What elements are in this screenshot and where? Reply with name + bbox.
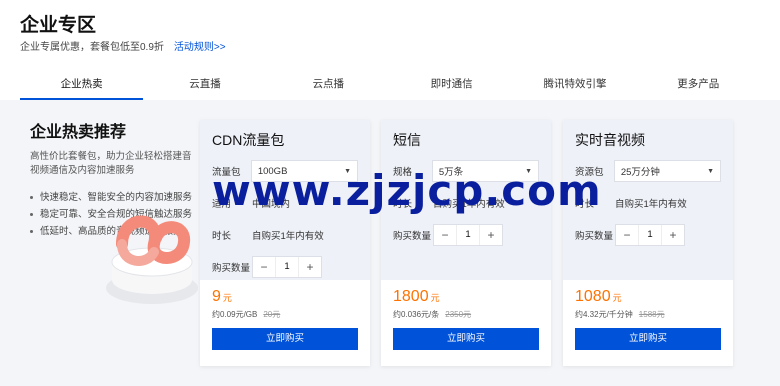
buy-now-button[interactable]: 立即购买 bbox=[393, 328, 539, 350]
product-tabs: 企业热卖 云直播 云点播 即时通信 腾讯特效引擎 更多产品 bbox=[20, 72, 760, 100]
plus-button[interactable]: + bbox=[662, 228, 684, 242]
card-body: 实时音视频 资源包 25万分钟 ▼ 时长 自购买1年内有效 购买数量 − 1 + bbox=[563, 120, 733, 280]
card-title: 短信 bbox=[393, 132, 421, 148]
product-card-sms: 短信 规格 5万条 ▼ 时长 自购买1年内有效 购买数量 − 1 + 1800 … bbox=[381, 120, 551, 366]
duration-row: 时长 自购买1年内有效 bbox=[212, 224, 358, 246]
price: 9元 bbox=[212, 288, 358, 306]
buy-now-button[interactable]: 立即购买 bbox=[575, 328, 721, 350]
quantity-row: 购买数量 − 1 + bbox=[575, 224, 721, 246]
spec-row: 规格 5万条 ▼ bbox=[393, 160, 539, 182]
quantity-row: 购买数量 − 1 + bbox=[393, 224, 539, 246]
tab-more[interactable]: 更多产品 bbox=[637, 72, 760, 100]
duration-label: 时长 bbox=[212, 231, 232, 242]
duration-value: 自购买1年内有效 bbox=[433, 199, 505, 210]
quantity-stepper: − 1 + bbox=[615, 224, 685, 246]
unit-price: 约0.09元/GB bbox=[212, 310, 258, 319]
quantity-label: 购买数量 bbox=[575, 231, 614, 242]
spec-value: 5万条 bbox=[438, 167, 464, 178]
minus-button[interactable]: − bbox=[616, 228, 638, 242]
price-unit: 元 bbox=[222, 293, 232, 303]
unit-price: 约4.32元/千分钟 bbox=[575, 310, 633, 319]
spec-label: 规格 bbox=[393, 167, 413, 178]
spec-select[interactable]: 5万条 ▼ bbox=[431, 160, 539, 182]
quantity-row: 购买数量 − 1 + bbox=[212, 256, 358, 278]
quantity-label: 购买数量 bbox=[212, 263, 251, 274]
chevron-down-icon: ▼ bbox=[344, 167, 351, 175]
spec-row: 资源包 25万分钟 ▼ bbox=[575, 160, 721, 182]
decoration-illustration bbox=[106, 215, 198, 304]
activity-rules-link[interactable]: 活动规则>> bbox=[174, 42, 226, 53]
price-unit: 元 bbox=[612, 293, 622, 303]
price-value: 1080 bbox=[575, 288, 611, 305]
tab-vod[interactable]: 云点播 bbox=[267, 72, 390, 100]
page-title: 企业专区 bbox=[20, 15, 97, 36]
promo-desc: 高性价比套餐包，助力企业轻松搭建音视频通信及内容加速服务 bbox=[30, 151, 192, 176]
quantity-label: 购买数量 bbox=[393, 231, 432, 242]
scope-row: 适用 中国境内 bbox=[212, 192, 358, 214]
scope-value: 中国境内 bbox=[252, 199, 291, 210]
duration-row: 时长 自购买1年内有效 bbox=[393, 192, 539, 214]
plus-button[interactable]: + bbox=[480, 228, 502, 242]
chevron-down-icon: ▼ bbox=[707, 167, 714, 175]
tab-hot-sale[interactable]: 企业热卖 bbox=[20, 72, 144, 100]
chevron-down-icon: ▼ bbox=[525, 167, 532, 175]
spec-row: 流量包 100GB ▼ bbox=[212, 160, 358, 182]
price: 1080 元 bbox=[575, 288, 721, 306]
price-unit: 元 bbox=[430, 293, 440, 303]
minus-button[interactable]: − bbox=[253, 260, 275, 274]
main-content: 企业热卖推荐 高性价比套餐包，助力企业轻松搭建音视频通信及内容加速服务 快速稳定… bbox=[0, 100, 780, 386]
quantity-input[interactable]: 1 bbox=[275, 257, 299, 277]
subtitle-text: 企业专属优惠，套餐包低至0.9折 bbox=[20, 42, 164, 53]
quantity-stepper: − 1 + bbox=[252, 256, 322, 278]
duration-label: 时长 bbox=[393, 199, 413, 210]
tab-effects[interactable]: 腾讯特效引擎 bbox=[513, 72, 636, 100]
spec-value: 100GB bbox=[257, 165, 288, 177]
plus-button[interactable]: + bbox=[299, 260, 321, 274]
card-body: 短信 规格 5万条 ▼ 时长 自购买1年内有效 购买数量 − 1 + bbox=[381, 120, 551, 280]
price-detail: 约0.036元/条 2350元 bbox=[393, 309, 539, 320]
scope-label: 适用 bbox=[212, 199, 232, 210]
spec-value: 25万分钟 bbox=[620, 167, 660, 178]
minus-button[interactable]: − bbox=[434, 228, 456, 242]
original-price: 20元 bbox=[263, 310, 281, 319]
buy-now-button[interactable]: 立即购买 bbox=[212, 328, 358, 350]
price-detail: 约4.32元/千分钟 1588元 bbox=[575, 309, 721, 320]
duration-label: 时长 bbox=[575, 199, 595, 210]
original-price: 2350元 bbox=[445, 310, 472, 319]
quantity-input[interactable]: 1 bbox=[456, 225, 480, 245]
product-card-cdn: CDN流量包 流量包 100GB ▼ 适用 中国境内 时长 自购买1年内有效 购… bbox=[200, 120, 370, 366]
quantity-stepper: − 1 + bbox=[433, 224, 503, 246]
duration-row: 时长 自购买1年内有效 bbox=[575, 192, 721, 214]
spec-label: 流量包 bbox=[212, 167, 241, 178]
card-footer: 9元 约0.09元/GB 20元 立即购买 bbox=[200, 280, 370, 366]
price-detail: 约0.09元/GB 20元 bbox=[212, 309, 358, 320]
card-footer: 1080 元 约4.32元/千分钟 1588元 立即购买 bbox=[563, 280, 733, 366]
product-card-trtc: 实时音视频 资源包 25万分钟 ▼ 时长 自购买1年内有效 购买数量 − 1 + bbox=[563, 120, 733, 366]
quantity-input[interactable]: 1 bbox=[638, 225, 662, 245]
promo-title: 企业热卖推荐 bbox=[30, 124, 127, 141]
card-title: 实时音视频 bbox=[575, 132, 645, 148]
duration-value: 自购买1年内有效 bbox=[615, 199, 687, 210]
spec-label: 资源包 bbox=[575, 167, 604, 178]
price: 1800 元 bbox=[393, 288, 539, 306]
card-footer: 1800 元 约0.036元/条 2350元 立即购买 bbox=[381, 280, 551, 366]
card-title: CDN流量包 bbox=[212, 132, 285, 148]
original-price: 1588元 bbox=[638, 310, 665, 319]
tab-im[interactable]: 即时通信 bbox=[390, 72, 513, 100]
duration-value: 自购买1年内有效 bbox=[252, 231, 324, 242]
price-value: 9 bbox=[212, 288, 221, 305]
tab-live[interactable]: 云直播 bbox=[143, 72, 266, 100]
header-area: 企业专区 企业专属优惠，套餐包低至0.9折 活动规则>> 企业热卖 云直播 云点播… bbox=[0, 0, 780, 100]
card-body: CDN流量包 流量包 100GB ▼ 适用 中国境内 时长 自购买1年内有效 购… bbox=[200, 120, 370, 280]
price-value: 1800 bbox=[393, 288, 429, 305]
promo-bullet: 快速稳定、智能安全的内容加速服务 bbox=[30, 190, 200, 205]
spec-select[interactable]: 25万分钟 ▼ bbox=[613, 160, 721, 182]
unit-price: 约0.036元/条 bbox=[393, 310, 440, 319]
spec-select[interactable]: 100GB ▼ bbox=[250, 160, 358, 182]
subtitle: 企业专属优惠，套餐包低至0.9折 活动规则>> bbox=[20, 38, 226, 53]
